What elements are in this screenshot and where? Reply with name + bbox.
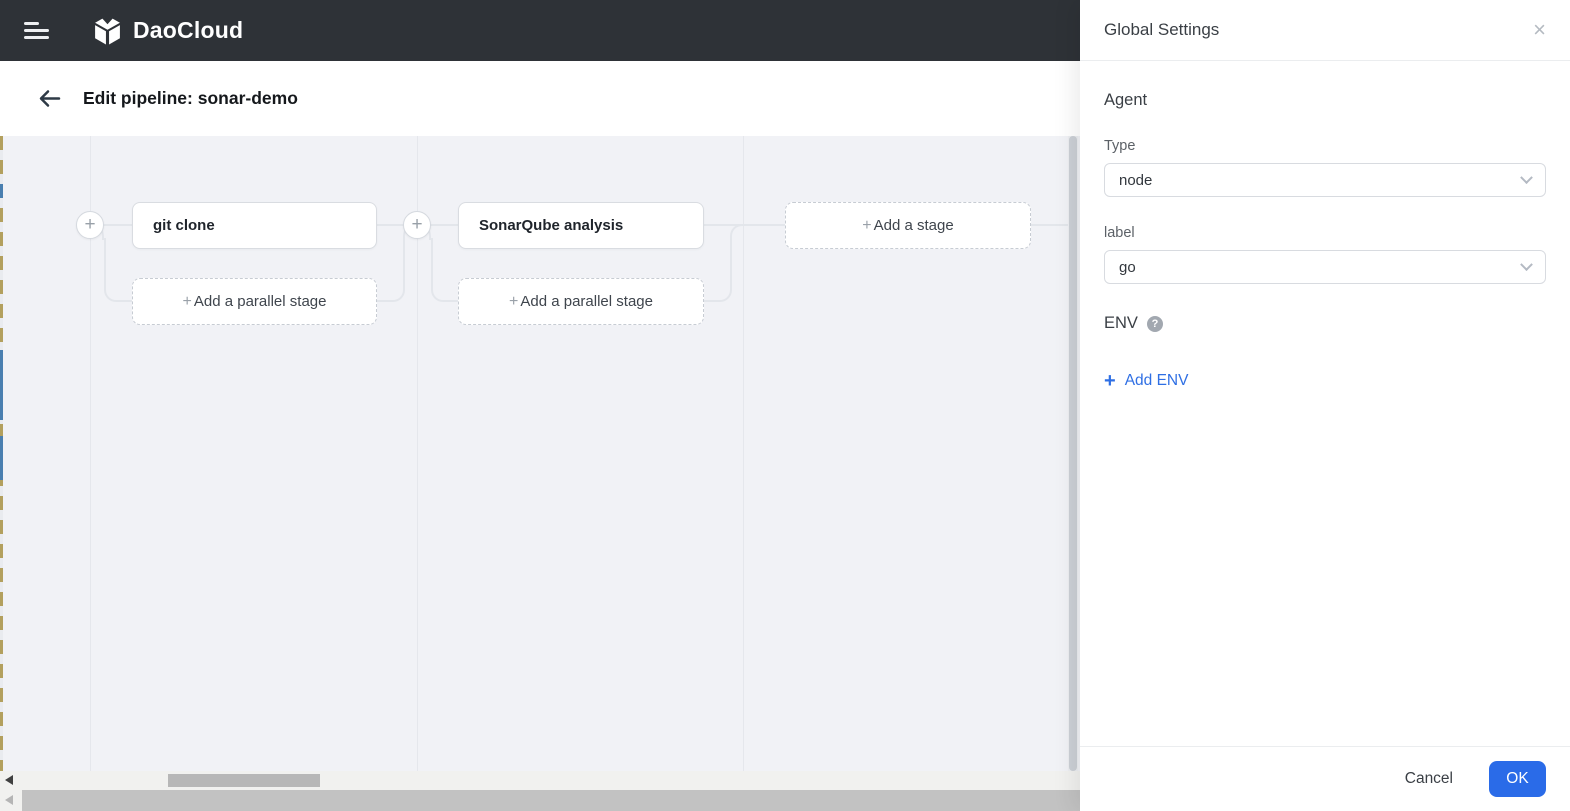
branch-connector	[104, 238, 132, 302]
canvas-vertical-scrollbar[interactable]	[1068, 136, 1078, 771]
add-stage-button[interactable]: + Add a stage	[785, 202, 1031, 249]
close-icon[interactable]: ×	[1533, 19, 1546, 41]
add-parallel-stage-button[interactable]: + Add a parallel stage	[132, 278, 377, 325]
agent-section-title: Agent	[1104, 91, 1148, 109]
plus-icon: +	[84, 214, 96, 235]
scroll-left-icon[interactable]	[5, 795, 13, 805]
chevron-down-icon	[1520, 257, 1533, 271]
branch-connector	[704, 238, 732, 302]
ok-button[interactable]: OK	[1489, 761, 1546, 797]
panel-footer: Cancel OK	[1080, 746, 1570, 811]
branch-connector	[377, 238, 405, 302]
help-icon[interactable]: ?	[1146, 315, 1163, 332]
top-navbar: DaoCloud	[0, 0, 1080, 61]
stage-label: SonarQube analysis	[479, 217, 624, 234]
plus-icon: +	[182, 292, 192, 310]
add-parallel-stage-label: Add a parallel stage	[193, 293, 327, 310]
page-horizontal-scrollbar[interactable]	[0, 790, 1080, 811]
menu-toggle-icon[interactable]	[24, 18, 49, 43]
label-select-value: go	[1119, 258, 1136, 276]
label-field-label: label	[1104, 225, 1135, 241]
env-section-title: ENV	[1104, 314, 1138, 332]
insert-stage-button[interactable]: +	[76, 211, 104, 239]
page-header: Edit pipeline: sonar-demo	[0, 61, 1080, 136]
type-select-value: node	[1119, 171, 1153, 189]
page-title: Edit pipeline: sonar-demo	[83, 88, 298, 108]
cancel-button[interactable]: Cancel	[1405, 770, 1453, 788]
label-select[interactable]: go	[1104, 250, 1546, 284]
plus-icon: +	[411, 214, 423, 235]
stage-card-sonarqube-analysis[interactable]: SonarQube analysis	[458, 202, 704, 249]
branch-connector	[730, 224, 743, 240]
horizontal-scroll-thumb[interactable]	[22, 790, 1080, 811]
add-stage-label: Add a stage	[873, 217, 954, 234]
branch-connector	[431, 238, 458, 302]
daocloud-logo-icon	[92, 15, 123, 46]
type-select[interactable]: node	[1104, 163, 1546, 197]
plus-icon: +	[509, 292, 519, 310]
global-settings-panel: Global Settings × Agent Type node label …	[1080, 0, 1570, 811]
add-env-button[interactable]: + Add ENV	[1104, 371, 1546, 391]
brand-name: DaoCloud	[133, 17, 244, 43]
canvas-horizontal-scrollbar[interactable]	[0, 771, 1080, 790]
stage-label: git clone	[153, 217, 215, 234]
panel-body: Agent Type node label go ENV ? + Add ENV	[1080, 61, 1570, 391]
pipeline-canvas: + + git clone SonarQube analysis + Add a…	[0, 136, 1080, 771]
brand: DaoCloud	[92, 15, 243, 46]
back-arrow-icon[interactable]	[38, 89, 61, 108]
panel-title: Global Settings	[1104, 20, 1220, 39]
add-parallel-stage-label: Add a parallel stage	[520, 293, 653, 310]
add-env-label: Add ENV	[1124, 372, 1189, 389]
stage-card-git-clone[interactable]: git clone	[132, 202, 377, 249]
chevron-down-icon	[1520, 170, 1533, 184]
plus-icon: +	[862, 216, 872, 234]
insert-stage-button[interactable]: +	[403, 211, 431, 239]
type-field-label: Type	[1104, 138, 1136, 154]
column-line	[743, 136, 744, 771]
panel-header: Global Settings ×	[1080, 0, 1570, 61]
scroll-left-icon[interactable]	[5, 775, 13, 785]
add-parallel-stage-button[interactable]: + Add a parallel stage	[458, 278, 704, 325]
horizontal-scroll-thumb[interactable]	[168, 774, 320, 787]
vertical-scroll-thumb[interactable]	[1069, 136, 1077, 771]
plus-icon: +	[1104, 370, 1116, 392]
